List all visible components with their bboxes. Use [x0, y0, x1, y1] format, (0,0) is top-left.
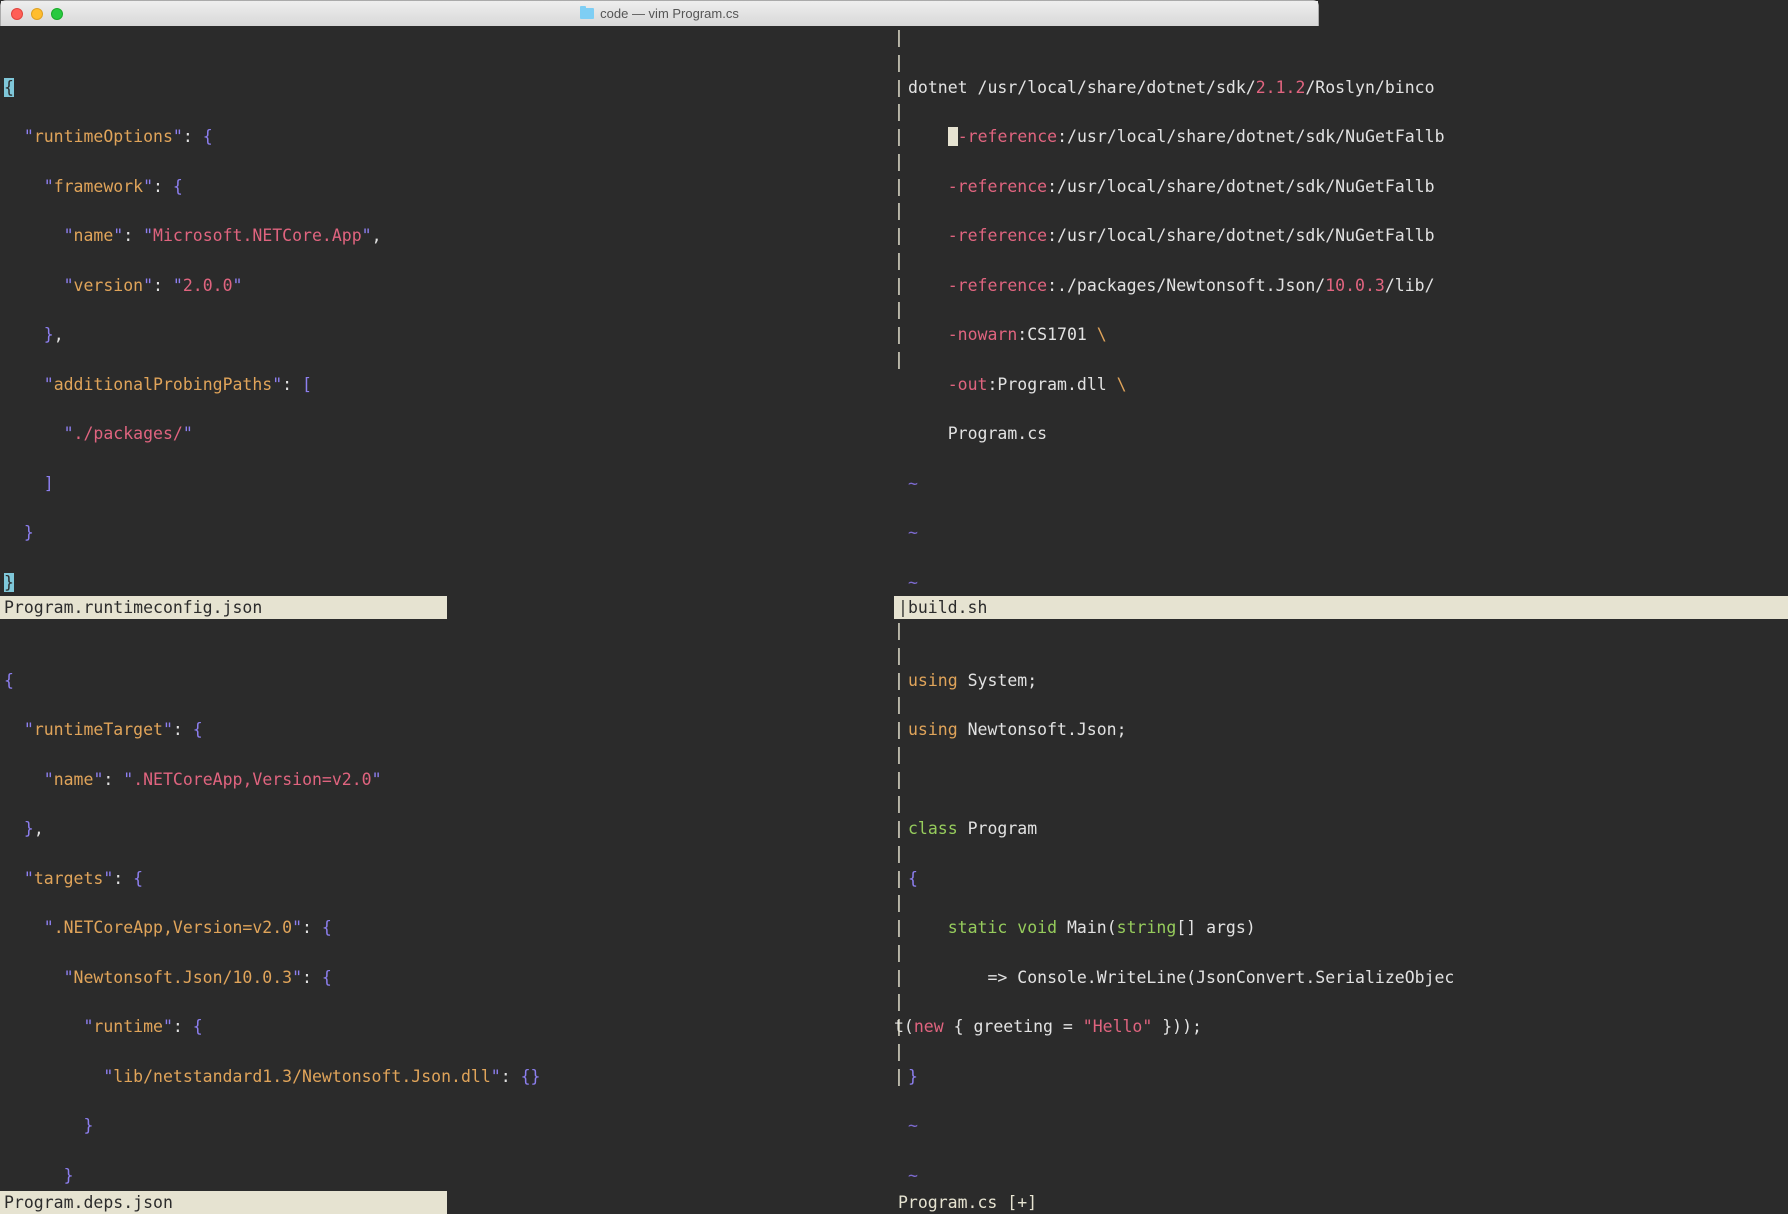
keyword: void	[1017, 918, 1057, 937]
json-key: lib/netstandard1.3/Newtonsoft.Json.dll	[113, 1067, 491, 1086]
json-string: .NETCoreApp,Version=v2.0	[133, 770, 371, 789]
block-cursor	[948, 127, 958, 146]
code-content[interactable]: { "runtimeTarget": { "name": ".NETCoreAp…	[0, 644, 894, 1214]
flag: -out	[948, 375, 988, 394]
json-key: runtime	[93, 1017, 163, 1036]
flag: -reference	[958, 127, 1057, 146]
version-text: 10.0.3	[1325, 276, 1385, 295]
json-key: runtimeOptions	[34, 127, 173, 146]
json-key: name	[74, 226, 114, 245]
continuation: \	[1117, 375, 1127, 394]
continuation: \	[1097, 325, 1107, 344]
method-name: Main(	[1057, 918, 1117, 937]
filename: Program.cs	[948, 424, 1047, 443]
json-key: .NETCoreApp,Version=v2.0	[54, 918, 292, 937]
string-literal: "Hello"	[1083, 1017, 1153, 1036]
json-key: targets	[34, 869, 104, 888]
keyword: class	[908, 819, 958, 838]
statusline-deps: Program.deps.json	[0, 1191, 447, 1214]
json-key: framework	[54, 177, 143, 196]
flag: -reference	[948, 226, 1047, 245]
pane-buildsh[interactable]: dotnet /usr/local/share/dotnet/sdk/2.1.2…	[894, 26, 1788, 619]
path-text: :./packages/Newtonsoft.Json/	[1047, 276, 1325, 295]
vert-split-border: | | | | | | | | | | | | | |	[894, 26, 904, 596]
code-text: => Console.WriteLine(JsonConvert.Seriali…	[908, 968, 1454, 987]
path-text: :/usr/local/share/dotnet/sdk/NuGetFallb	[1047, 226, 1434, 245]
keyword: static	[948, 918, 1008, 937]
pane-deps[interactable]: { "runtimeTarget": { "name": ".NETCoreAp…	[0, 619, 894, 1214]
arg-text: :Program.dll	[988, 375, 1117, 394]
flag: -reference	[948, 177, 1047, 196]
code-content[interactable]: dotnet /usr/local/share/dotnet/sdk/2.1.2…	[894, 51, 1788, 619]
code-text: System;	[958, 671, 1037, 690]
cursor: {	[4, 78, 14, 97]
path-text: /Roslyn/binco	[1305, 78, 1434, 97]
version-text: 2.1.2	[1256, 78, 1306, 97]
keyword: using	[908, 720, 958, 739]
json-key: runtimeTarget	[34, 720, 163, 739]
path-text: :/usr/local/share/dotnet/sdk/NuGetFallb	[1057, 127, 1444, 146]
path-text: :/usr/local/share/dotnet/sdk/NuGetFallb	[1047, 177, 1434, 196]
vim-editor[interactable]: { "runtimeOptions": { "framework": { "na…	[0, 26, 1788, 1214]
json-string: 2.0.0	[183, 276, 233, 295]
code-text: }));	[1152, 1017, 1202, 1036]
json-key: Newtonsoft.Json/10.0.3	[74, 968, 293, 987]
json-string: Microsoft.NETCore.App	[153, 226, 362, 245]
keyword: using	[908, 671, 958, 690]
path-text: /usr/local/share/dotnet/sdk/	[978, 78, 1256, 97]
flag: -nowarn	[948, 325, 1018, 344]
json-string: ./packages/	[74, 424, 183, 443]
arg-text: :CS1701	[1017, 325, 1096, 344]
json-key: version	[74, 276, 144, 295]
code-text: { greeting =	[944, 1017, 1083, 1036]
path-text: /lib/	[1385, 276, 1435, 295]
json-key: additionalProbingPaths	[54, 375, 273, 394]
code-content[interactable]: using System; using Newtonsoft.Json; cla…	[894, 644, 1788, 1214]
statusline-runtimeconfig: Program.runtimeconfig.json	[0, 596, 447, 619]
class-name: Program	[958, 819, 1037, 838]
code-text: Newtonsoft.Json;	[958, 720, 1127, 739]
vert-split-border: | | | | | | | | | | | | | | | | | | |	[894, 619, 904, 1191]
keyword: new	[914, 1017, 944, 1036]
folder-icon	[580, 8, 594, 19]
code-text: [] args)	[1176, 918, 1255, 937]
pane-programcs[interactable]: using System; using Newtonsoft.Json; cla…	[894, 619, 1788, 1214]
statusline-programcs: Program.cs [+]	[894, 1191, 1788, 1214]
flag: -reference	[948, 276, 1047, 295]
statusline-buildsh: |build.sh	[894, 596, 1788, 619]
type: string	[1117, 918, 1177, 937]
code-content[interactable]: { "runtimeOptions": { "framework": { "na…	[0, 51, 894, 619]
window-titlebar: code — vim Program.cs	[1, 1, 1318, 27]
json-key: name	[54, 770, 94, 789]
window-title-text: code — vim Program.cs	[600, 4, 739, 24]
pane-runtimeconfig[interactable]: { "runtimeOptions": { "framework": { "na…	[0, 26, 894, 619]
window-title: code — vim Program.cs	[1, 4, 1318, 24]
